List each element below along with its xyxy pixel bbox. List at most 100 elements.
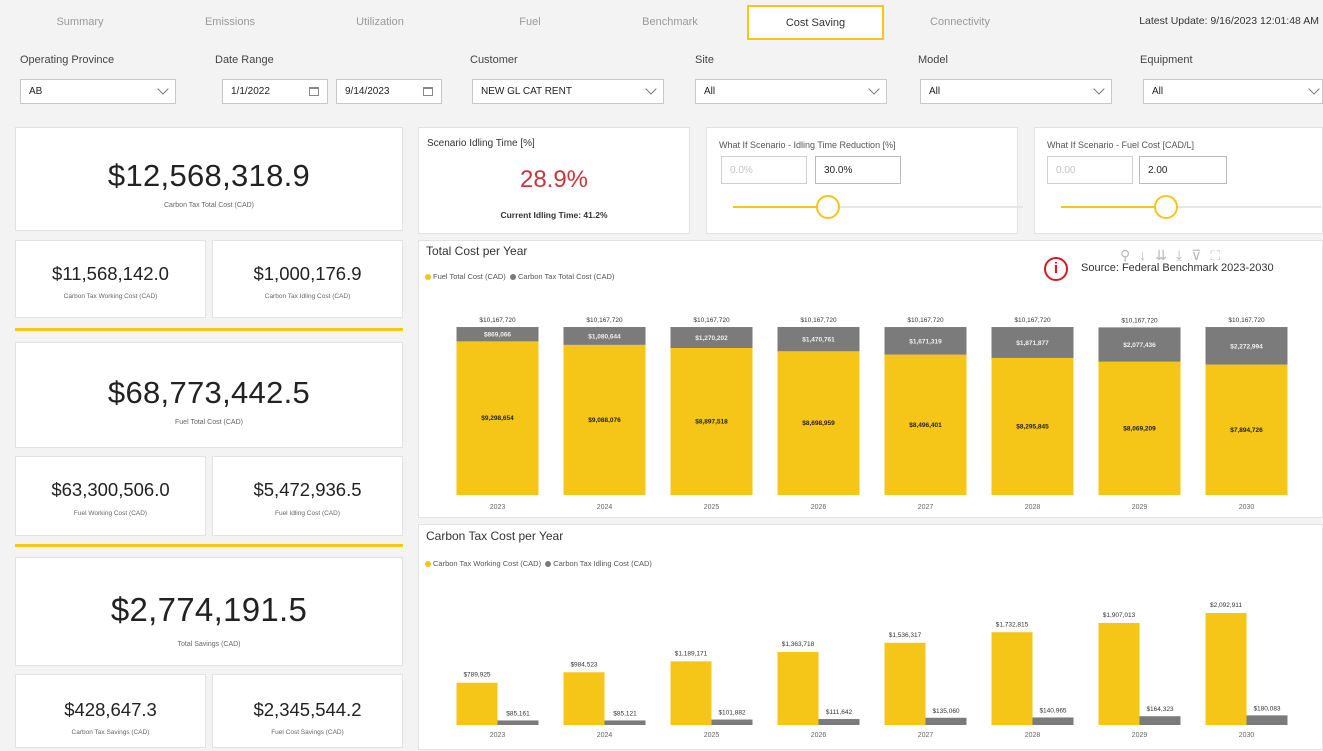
fuel-idling-card: $5,472,936.5 Fuel Idling Cost (CAD) — [212, 456, 403, 536]
fuel-working-card: $63,300,506.0 Fuel Working Cost (CAD) — [15, 456, 206, 536]
working-data-label: $1,363,718 — [782, 641, 815, 648]
fuel-slider-handle[interactable] — [1154, 195, 1178, 219]
total-savings-value: $2,774,191.5 — [110, 591, 308, 628]
idling-bar — [1139, 716, 1181, 725]
x-tick-label: 2028 — [1025, 504, 1041, 511]
site-dropdown[interactable]: All — [695, 79, 887, 104]
carbon-savings-label: Carbon Tax Savings (CAD) — [71, 729, 150, 736]
current-idling-text: Current Idling Time: 41.2% — [500, 210, 608, 220]
x-tick-label: 2029 — [1132, 504, 1148, 511]
total-savings-card: $2,774,191.5 Total Savings (CAD) — [15, 557, 403, 666]
carbon-total-value: $12,568,318.9 — [107, 158, 311, 193]
calendar-icon[interactable] — [309, 87, 319, 96]
fuel-slider-fill — [1061, 206, 1166, 208]
carbon-idling-value: $1,000,176.9 — [253, 263, 362, 284]
model-value: All — [929, 86, 941, 97]
fuel-savings-label: Fuel Cost Savings (CAD) — [271, 729, 344, 736]
province-dropdown[interactable]: AB — [20, 79, 176, 104]
working-data-label: $1,732,815 — [996, 621, 1029, 628]
last-update-text: Latest Update: 9/16/2023 12:01:48 AM — [1139, 15, 1319, 27]
idle-reduction-slicer: What If Scenario - Idling Time Reduction… — [706, 127, 1023, 234]
total-data-label: $10,167,720 — [693, 317, 730, 324]
fuel-total-value: $68,773,442.5 — [107, 375, 311, 410]
idling-data-label: $85,161 — [506, 710, 530, 717]
customer-label: Customer — [470, 54, 518, 66]
tab-fuel[interactable]: Fuel — [470, 4, 590, 40]
tab-summary[interactable]: Summary — [20, 4, 140, 40]
customer-value: NEW GL CAT RENT — [481, 86, 572, 97]
chevron-down-icon — [645, 83, 657, 95]
tab-utilization[interactable]: Utilization — [320, 4, 440, 40]
total-savings-label: Total Savings (CAD) — [177, 641, 241, 648]
fuel-slicer-title: What If Scenario - Fuel Cost [CAD/L] — [1047, 140, 1195, 150]
equipment-label: Equipment — [1140, 54, 1193, 66]
x-tick-label: 2026 — [811, 732, 827, 739]
fuel-savings-value: $2,345,544.2 — [253, 699, 362, 720]
tab-emissions[interactable]: Emissions — [170, 4, 290, 40]
carbon-idling-card: $1,000,176.9 Carbon Tax Idling Cost (CAD… — [212, 240, 403, 318]
tab-cost-saving[interactable]: Cost Saving — [747, 5, 884, 40]
model-dropdown[interactable]: All — [920, 79, 1112, 104]
idle-slicer-title: What If Scenario - Idling Time Reduction… — [719, 140, 896, 150]
equipment-dropdown[interactable]: All — [1143, 79, 1323, 104]
fuel-data-label: $8,069,209 — [1123, 425, 1156, 432]
start-date-value: 1/1/2022 — [231, 86, 270, 97]
idling-data-label: $85,121 — [613, 710, 637, 717]
idling-bar — [604, 720, 646, 725]
customer-dropdown[interactable]: NEW GL CAT RENT — [472, 79, 664, 104]
idle-value-input[interactable]: 30.0% — [815, 156, 901, 184]
idling-bar — [818, 719, 860, 725]
total-data-label: $10,167,720 — [1121, 317, 1158, 324]
carbon-data-label: $1,671,319 — [909, 338, 942, 345]
fuel-idling-label: Fuel Idling Cost (CAD) — [274, 510, 341, 517]
tab-connectivity[interactable]: Connectivity — [900, 4, 1020, 40]
site-label: Site — [695, 54, 714, 66]
carbon-total-label: Carbon Tax Total Cost (CAD) — [164, 202, 254, 209]
fuel-value-input[interactable]: 2.00 — [1139, 156, 1227, 184]
tab-benchmark[interactable]: Benchmark — [610, 4, 730, 40]
total-data-label: $10,167,720 — [479, 317, 516, 324]
fuel-min-input[interactable]: 0.00 — [1047, 156, 1133, 184]
equipment-value: All — [1152, 86, 1164, 97]
site-value: All — [704, 86, 716, 97]
x-tick-label: 2023 — [490, 732, 506, 739]
fuel-total-label: Fuel Total Cost (CAD) — [175, 419, 243, 426]
carbon-data-label: $1,871,877 — [1016, 340, 1049, 347]
carbon-data-label: $2,272,994 — [1230, 343, 1263, 350]
fuel-data-label: $8,897,518 — [695, 419, 728, 426]
fuel-idling-value: $5,472,936.5 — [253, 479, 362, 500]
x-tick-label: 2028 — [1025, 732, 1041, 739]
idle-slider-handle[interactable] — [816, 195, 840, 219]
working-data-label: $1,907,013 — [1103, 612, 1136, 619]
idle-min-input[interactable]: 0.0% — [721, 156, 807, 184]
working-data-label: $1,536,317 — [889, 632, 922, 639]
carbon-total-card: $12,568,318.9 Carbon Tax Total Cost (CAD… — [15, 127, 403, 231]
idling-data-label: $111,642 — [826, 709, 853, 716]
idling-bar — [1246, 715, 1288, 725]
working-bar — [670, 661, 712, 725]
x-tick-label: 2024 — [597, 732, 613, 739]
chevron-down-icon — [157, 83, 169, 95]
top-nav: Summary Emissions Utilization Fuel Bench… — [0, 0, 1323, 46]
working-data-label: $984,523 — [570, 661, 597, 668]
fuel-savings-card: $2,345,544.2 Fuel Cost Savings (CAD) — [212, 674, 403, 748]
idling-bar — [925, 717, 967, 725]
scenario-title: Scenario Idling Time [%] — [427, 138, 535, 149]
carbon-data-label: $2,077,436 — [1123, 342, 1156, 349]
carbon-tax-chart-card: Carbon Tax Cost per Year Carbon Tax Work… — [418, 524, 1323, 750]
fuel-data-label: $8,295,845 — [1016, 423, 1049, 430]
x-tick-label: 2029 — [1132, 732, 1148, 739]
working-bar — [777, 652, 819, 725]
carbon-working-card: $11,568,142.0 Carbon Tax Working Cost (C… — [15, 240, 206, 318]
province-label: Operating Province — [20, 54, 115, 66]
working-bar — [456, 682, 498, 725]
carbon-working-value: $11,568,142.0 — [52, 263, 169, 284]
fuel-data-label: $9,088,076 — [588, 417, 621, 424]
carbon-tax-chart-plot: $789,925 $85,161 2023 $984,523 $85,121 2024 $1… — [456, 602, 1288, 739]
start-date-input[interactable]: 1/1/2022 — [222, 79, 328, 104]
total-cost-chart-card: Total Cost per Year Fuel Total Cost (CAD… — [418, 240, 1323, 518]
working-data-label: $2,092,911 — [1210, 602, 1242, 609]
end-date-input[interactable]: 9/14/2023 — [336, 79, 442, 104]
carbon-savings-card: $428,647.3 Carbon Tax Savings (CAD) — [15, 674, 206, 748]
calendar-icon[interactable] — [423, 87, 433, 96]
